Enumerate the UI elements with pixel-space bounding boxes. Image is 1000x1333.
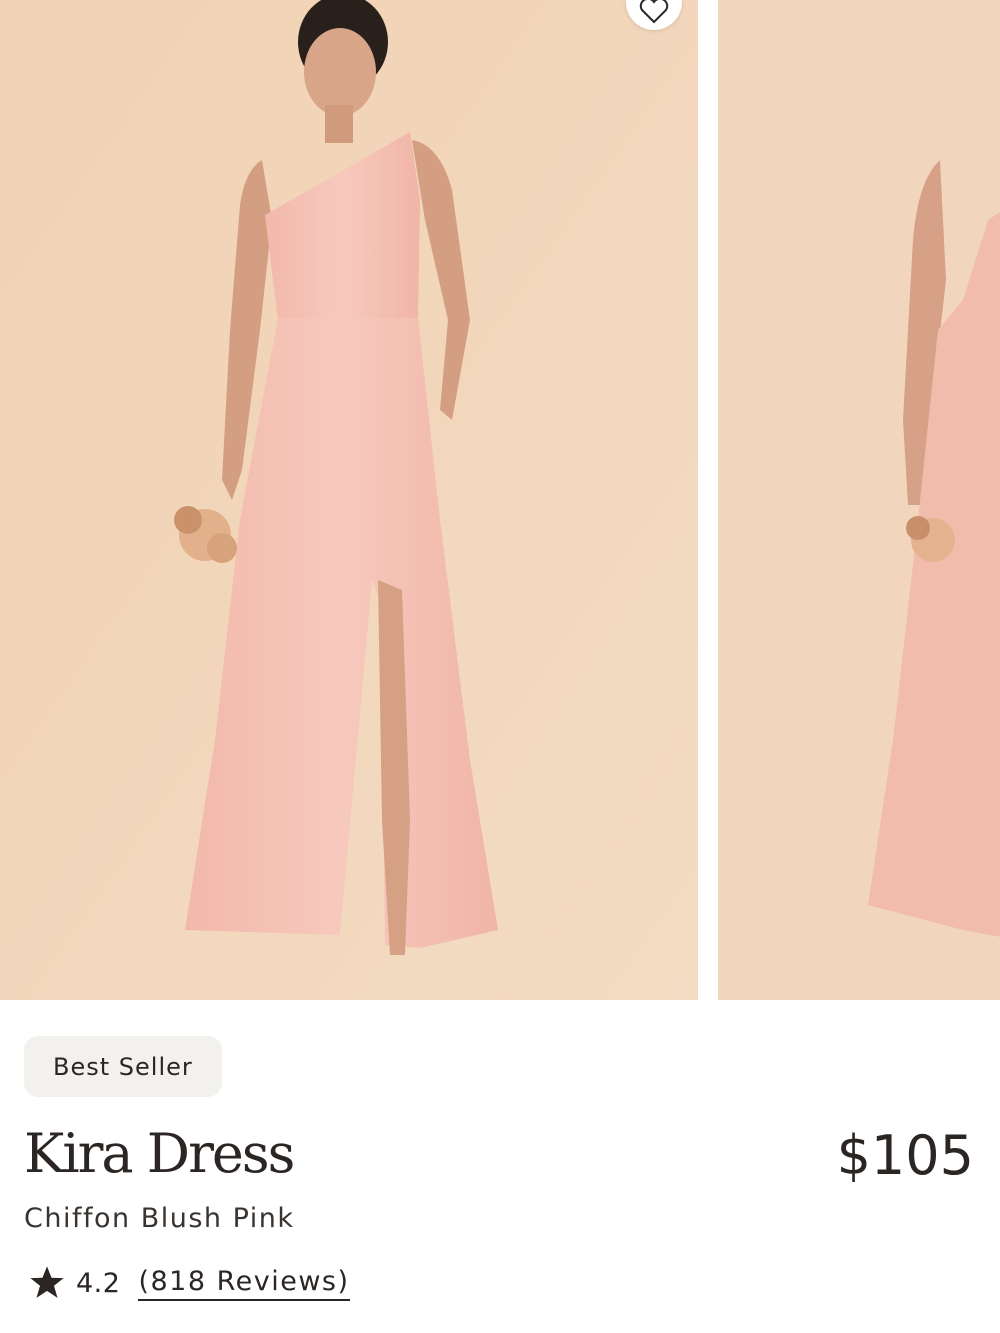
best-seller-badge: Best Seller <box>24 1036 222 1097</box>
product-rating: 4.2 (818 Reviews) <box>26 1262 350 1304</box>
product-price: $105 <box>836 1124 974 1187</box>
reviews-link[interactable]: (818 Reviews) <box>138 1266 350 1301</box>
model-photo-illustration <box>0 0 698 1000</box>
product-photo-secondary[interactable] <box>718 0 1000 1000</box>
heart-outline-icon <box>639 0 669 24</box>
product-variant: Chiffon Blush Pink <box>24 1203 295 1234</box>
rating-value: 4.2 <box>76 1267 121 1299</box>
product-photo-main[interactable] <box>0 0 698 1000</box>
star-icon <box>30 1266 64 1298</box>
product-name[interactable]: Kira Dress <box>24 1122 295 1187</box>
model-photo-illustration <box>718 0 1000 1000</box>
product-image-carousel[interactable] <box>0 0 1000 1000</box>
badge-label: Best Seller <box>53 1052 193 1081</box>
